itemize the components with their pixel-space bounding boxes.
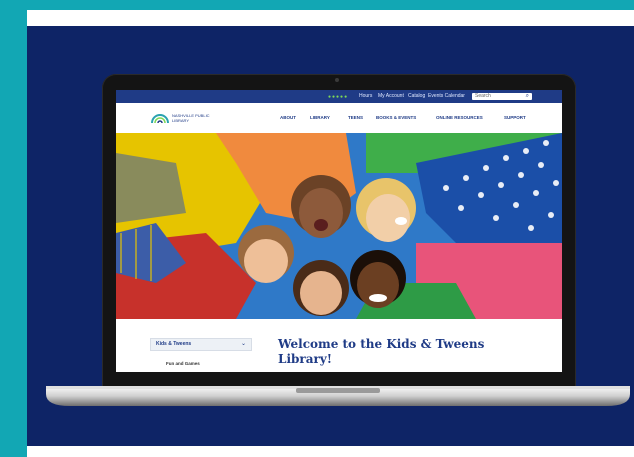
logo-arc-icon: [151, 114, 169, 124]
logo-text: NASHVILLE PUBLIC LIBRARY: [172, 113, 210, 123]
sidebar-select-label: Kids & Tweens: [156, 341, 192, 347]
laptop-base: [46, 386, 630, 406]
nav-item-library[interactable]: LIBRARY: [310, 115, 330, 120]
utility-bar: ●●●●● Hours My Account Catalog Events Ca…: [116, 90, 562, 103]
utility-link-account[interactable]: My Account: [378, 93, 404, 99]
chevron-down-icon: ⌄: [240, 341, 246, 347]
content-area: Kids & Tweens ⌄ Fun and Games Welcome to…: [116, 319, 562, 372]
hero-illustration: [116, 133, 562, 319]
social-dots: ●●●●●: [328, 94, 349, 100]
library-logo[interactable]: NASHVILLE PUBLIC LIBRARY: [150, 110, 220, 126]
search-placeholder: Search: [475, 93, 491, 99]
laptop-screen: ●●●●● Hours My Account Catalog Events Ca…: [116, 90, 562, 372]
sidebar-section-select[interactable]: Kids & Tweens ⌄: [150, 338, 252, 351]
search-input[interactable]: Search ⌕: [472, 93, 532, 100]
welcome-heading: Welcome to the Kids & Tweens Library!: [278, 337, 485, 366]
teal-top-border: [0, 0, 634, 10]
utility-link-catalog[interactable]: Catalog: [408, 93, 425, 99]
sidebar-item-fun-games[interactable]: Fun and Games: [166, 361, 200, 366]
nav-item-teens[interactable]: TEENS: [348, 115, 363, 120]
hero-image-children: [116, 133, 562, 319]
main-navigation: NASHVILLE PUBLIC LIBRARY ABOUT LIBRARY T…: [116, 103, 562, 133]
nav-item-online-resources[interactable]: ONLINE RESOURCES: [436, 115, 483, 120]
laptop-camera: [335, 78, 339, 82]
search-icon[interactable]: ⌕: [526, 93, 529, 100]
utility-link-events[interactable]: Events Calendar: [428, 93, 465, 99]
nav-item-support[interactable]: SUPPORT: [504, 115, 526, 120]
nav-item-books-events[interactable]: BOOKS & EVENTS: [376, 115, 416, 120]
nav-item-about[interactable]: ABOUT: [280, 115, 296, 120]
utility-link-hours[interactable]: Hours: [359, 93, 372, 99]
teal-left-border: [0, 0, 27, 457]
